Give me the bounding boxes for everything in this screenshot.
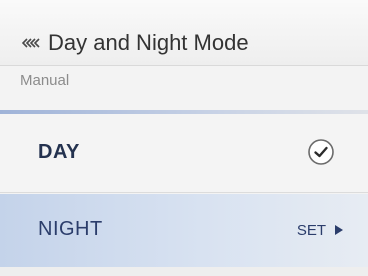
set-label[interactable]: SET (297, 222, 326, 239)
mode-label: Manual (20, 72, 70, 89)
option-day-label: DAY (38, 141, 80, 163)
header-bar: Day and Night Mode (0, 0, 368, 66)
page-title: Day and Night Mode (48, 30, 249, 55)
option-night-label: NIGHT (38, 218, 103, 240)
bottom-strip (0, 267, 368, 276)
back-chevrons-icon[interactable] (22, 38, 42, 48)
option-night[interactable]: NIGHT SET (0, 194, 368, 267)
check-circle-icon (308, 139, 334, 165)
day-night-mode-screen: Day and Night Mode Manual DAY NIGHT SET (0, 0, 368, 276)
option-day[interactable]: DAY (0, 114, 368, 193)
triangle-right-icon (335, 225, 343, 235)
